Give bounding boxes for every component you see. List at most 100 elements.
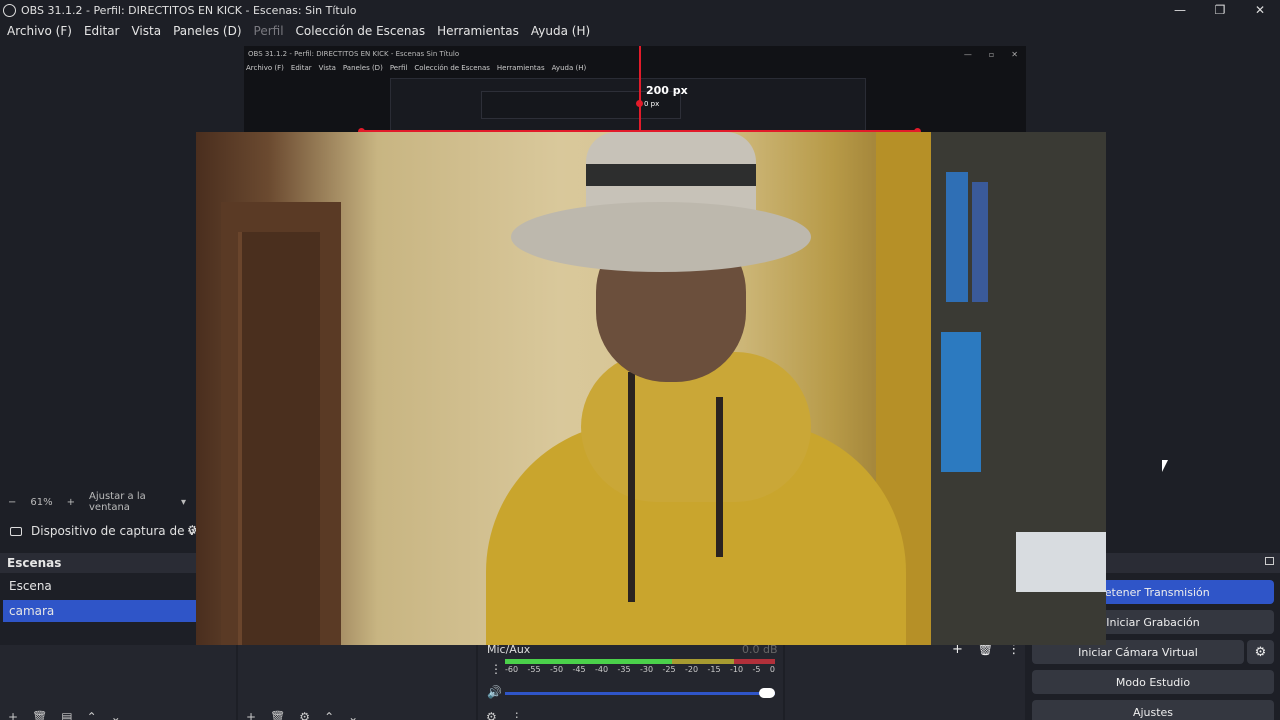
meter-tick: -55	[527, 665, 541, 674]
book	[946, 172, 968, 302]
volume-meter	[505, 659, 775, 664]
guide-handle[interactable]	[636, 100, 643, 107]
obs-logo-icon	[3, 3, 16, 17]
nested-maximize-icon: ▫	[988, 50, 995, 59]
menu-perfil[interactable]: Perfil	[254, 24, 284, 38]
meter-tick: -20	[685, 665, 699, 674]
book	[972, 182, 988, 302]
audio-mixer-dock	[478, 645, 783, 720]
measure-label-small: 0 px	[644, 100, 660, 108]
mixer-settings-button[interactable]: ⚙	[486, 710, 497, 720]
mixer-toolbar: ⚙ ⋮	[486, 710, 537, 720]
book	[941, 332, 981, 472]
mouse-cursor-icon	[1162, 460, 1168, 472]
guide-line-vertical	[639, 46, 641, 136]
camera-video-feed[interactable]	[196, 132, 1106, 645]
window-controls: — ❐ ✕	[1160, 0, 1280, 20]
nested-menu-item: Ayuda (H)	[551, 64, 587, 72]
close-button[interactable]: ✕	[1240, 0, 1280, 20]
move-up-button[interactable]: ⌃	[87, 710, 97, 720]
volume-slider-handle[interactable]	[759, 688, 775, 698]
scenes-panel-header: Escenas	[0, 553, 196, 573]
nested-menu-item: Editar	[290, 64, 312, 72]
menu-paneles[interactable]: Paneles (D)	[173, 24, 241, 38]
menu-editar[interactable]: Editar	[84, 24, 120, 38]
meter-tick: -30	[640, 665, 654, 674]
studio-mode-button[interactable]: Modo Estudio	[1032, 670, 1274, 694]
meter-tick: -35	[617, 665, 631, 674]
move-up-button[interactable]: ⌃	[324, 710, 334, 720]
sources-dock	[238, 645, 476, 720]
hoodie-string	[716, 397, 723, 557]
menu-coleccion-escenas[interactable]: Colección de Escenas	[296, 24, 426, 38]
meter-tick: -60	[505, 665, 519, 674]
move-down-button[interactable]: ⌄	[111, 710, 121, 720]
window-title: OBS 31.1.2 - Perfil: DIRECTITOS EN KICK …	[21, 3, 357, 17]
white-object	[1016, 532, 1106, 592]
title-bar: OBS 31.1.2 - Perfil: DIRECTITOS EN KICK …	[0, 0, 1280, 20]
meter-yellow	[672, 659, 735, 664]
menu-bar: Archivo (F) Editar Vista Paneles (D) Per…	[0, 20, 1280, 42]
settings-button[interactable]: Ajustes	[1032, 700, 1274, 720]
menu-herramientas[interactable]: Herramientas	[437, 24, 519, 38]
zoom-value: 61%	[30, 496, 53, 508]
meter-red	[734, 659, 775, 664]
volume-icon[interactable]: 🔊	[487, 685, 502, 699]
add-scene-button[interactable]: +	[8, 710, 18, 720]
meter-tick: -10	[730, 665, 744, 674]
hat-band	[586, 164, 756, 186]
remove-source-button[interactable]: 🗑	[270, 710, 285, 720]
undock-icon[interactable]	[1265, 557, 1274, 565]
nested-menu-item: Paneles (D)	[342, 64, 383, 72]
meter-tick: 0	[769, 665, 775, 674]
source-name: Dispositivo de captura de v	[31, 524, 196, 538]
menu-ayuda[interactable]: Ayuda (H)	[531, 24, 590, 38]
scene-item-camara[interactable]: camara	[3, 600, 196, 622]
mixer-track-menu[interactable]: ⋮	[490, 662, 502, 676]
meter-tick: -15	[707, 665, 721, 674]
remove-scene-button[interactable]: 🗑	[32, 710, 47, 720]
scenes-dock-bottom	[0, 645, 236, 720]
zoom-bar: − 61% + Ajustar a la ventana ▾	[0, 491, 200, 513]
meter-ticks: -60 -55 -50 -45 -40 -35 -30 -25 -20 -15 …	[505, 665, 775, 674]
menu-vista[interactable]: Vista	[131, 24, 161, 38]
mixer-menu-button[interactable]: ⋮	[511, 710, 523, 720]
scene-item-escena[interactable]: Escena	[3, 575, 196, 597]
volume-slider[interactable]	[505, 692, 775, 695]
wooden-door	[238, 232, 320, 645]
meter-tick: -45	[572, 665, 586, 674]
source-toolbar: Dispositivo de captura de v	[0, 520, 196, 542]
sources-toolbar: + 🗑 ⚙ ⌃ ⌄	[246, 710, 372, 720]
scenes-toolbar: + 🗑 ▤ ⌃ ⌄	[8, 710, 135, 720]
nested-menu-item: Vista	[318, 64, 336, 72]
nested-window-title: OBS 31.1.2 - Perfil: DIRECTITOS EN KICK …	[248, 50, 460, 58]
nested-close-icon: ✕	[1011, 50, 1018, 59]
meter-tick: -40	[595, 665, 609, 674]
zoom-in-button[interactable]: +	[67, 497, 75, 508]
move-down-button[interactable]: ⌄	[348, 710, 358, 720]
meter-tick: -50	[550, 665, 564, 674]
nested-preview	[390, 78, 866, 138]
hat-brim	[511, 202, 811, 272]
maximize-button[interactable]: ❐	[1200, 0, 1240, 20]
controls-panel-header	[1105, 553, 1280, 573]
scene-filter-button[interactable]: ▤	[61, 710, 72, 720]
hoodie-string	[628, 372, 635, 602]
camera-icon	[10, 526, 22, 536]
zoom-out-button[interactable]: −	[8, 497, 16, 508]
minimize-button[interactable]: —	[1160, 0, 1200, 20]
source-properties-button[interactable]: ⚙	[299, 710, 310, 720]
nested-menu-bar: Archivo (F) Editar Vista Paneles (D) Per…	[246, 64, 593, 72]
nested-minimize-icon: —	[963, 50, 972, 59]
chevron-down-icon[interactable]: ▾	[181, 497, 186, 508]
measure-label: 200 px	[646, 84, 688, 97]
menu-archivo[interactable]: Archivo (F)	[7, 24, 72, 38]
nested-menu-item: Archivo (F)	[246, 64, 284, 72]
meter-green	[505, 659, 673, 664]
zoom-fit-dropdown[interactable]: Ajustar a la ventana	[89, 491, 167, 513]
nested-menu-item: Perfil	[389, 64, 408, 72]
add-source-button[interactable]: +	[246, 710, 256, 720]
gear-icon[interactable]: ⚙	[1247, 640, 1274, 664]
meter-tick: -5	[752, 665, 761, 674]
nested-menu-item: Colección de Escenas	[414, 64, 490, 72]
